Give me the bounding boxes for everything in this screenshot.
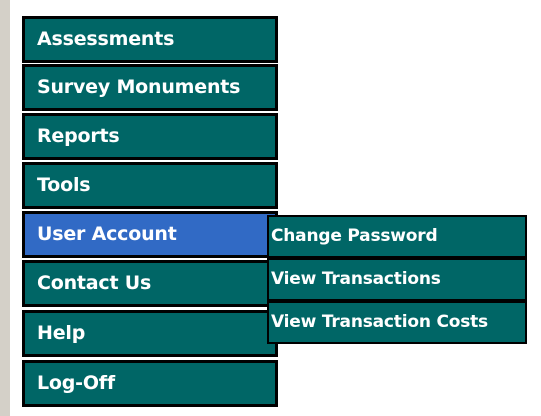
menu-item-contact-us[interactable]: Contact Us <box>22 260 278 307</box>
menu-item-label: Assessments <box>37 28 175 50</box>
menu-item-label: User Account <box>37 223 177 245</box>
user-account-submenu: Change Password View Transactions View T… <box>267 215 527 344</box>
submenu-item-change-password[interactable]: Change Password <box>269 217 525 256</box>
menu-item-label: Survey Monuments <box>37 76 241 98</box>
menu-item-tools[interactable]: Tools <box>22 162 278 209</box>
menu-item-help[interactable]: Help <box>22 310 278 357</box>
menu-item-survey-monuments[interactable]: Survey Monuments <box>22 64 278 111</box>
submenu-item-view-transactions[interactable]: View Transactions <box>269 260 525 299</box>
submenu-item-view-transaction-costs[interactable]: View Transaction Costs <box>269 303 525 342</box>
menu-item-label: Contact Us <box>37 272 152 294</box>
menu-item-reports[interactable]: Reports <box>22 113 278 160</box>
submenu-item-label: View Transaction Costs <box>271 312 488 332</box>
submenu-item-label: Change Password <box>271 226 438 246</box>
submenu-item-label: View Transactions <box>271 269 441 289</box>
menu-item-label: Help <box>37 322 86 344</box>
menu-item-user-account[interactable]: User Account <box>22 211 278 258</box>
menu-item-label: Tools <box>37 174 91 196</box>
menu-item-assessments[interactable]: Assessments <box>22 16 278 63</box>
menu-item-label: Reports <box>37 125 120 147</box>
menu-item-label: Log-Off <box>37 372 115 394</box>
menu-item-log-off[interactable]: Log-Off <box>22 360 278 407</box>
